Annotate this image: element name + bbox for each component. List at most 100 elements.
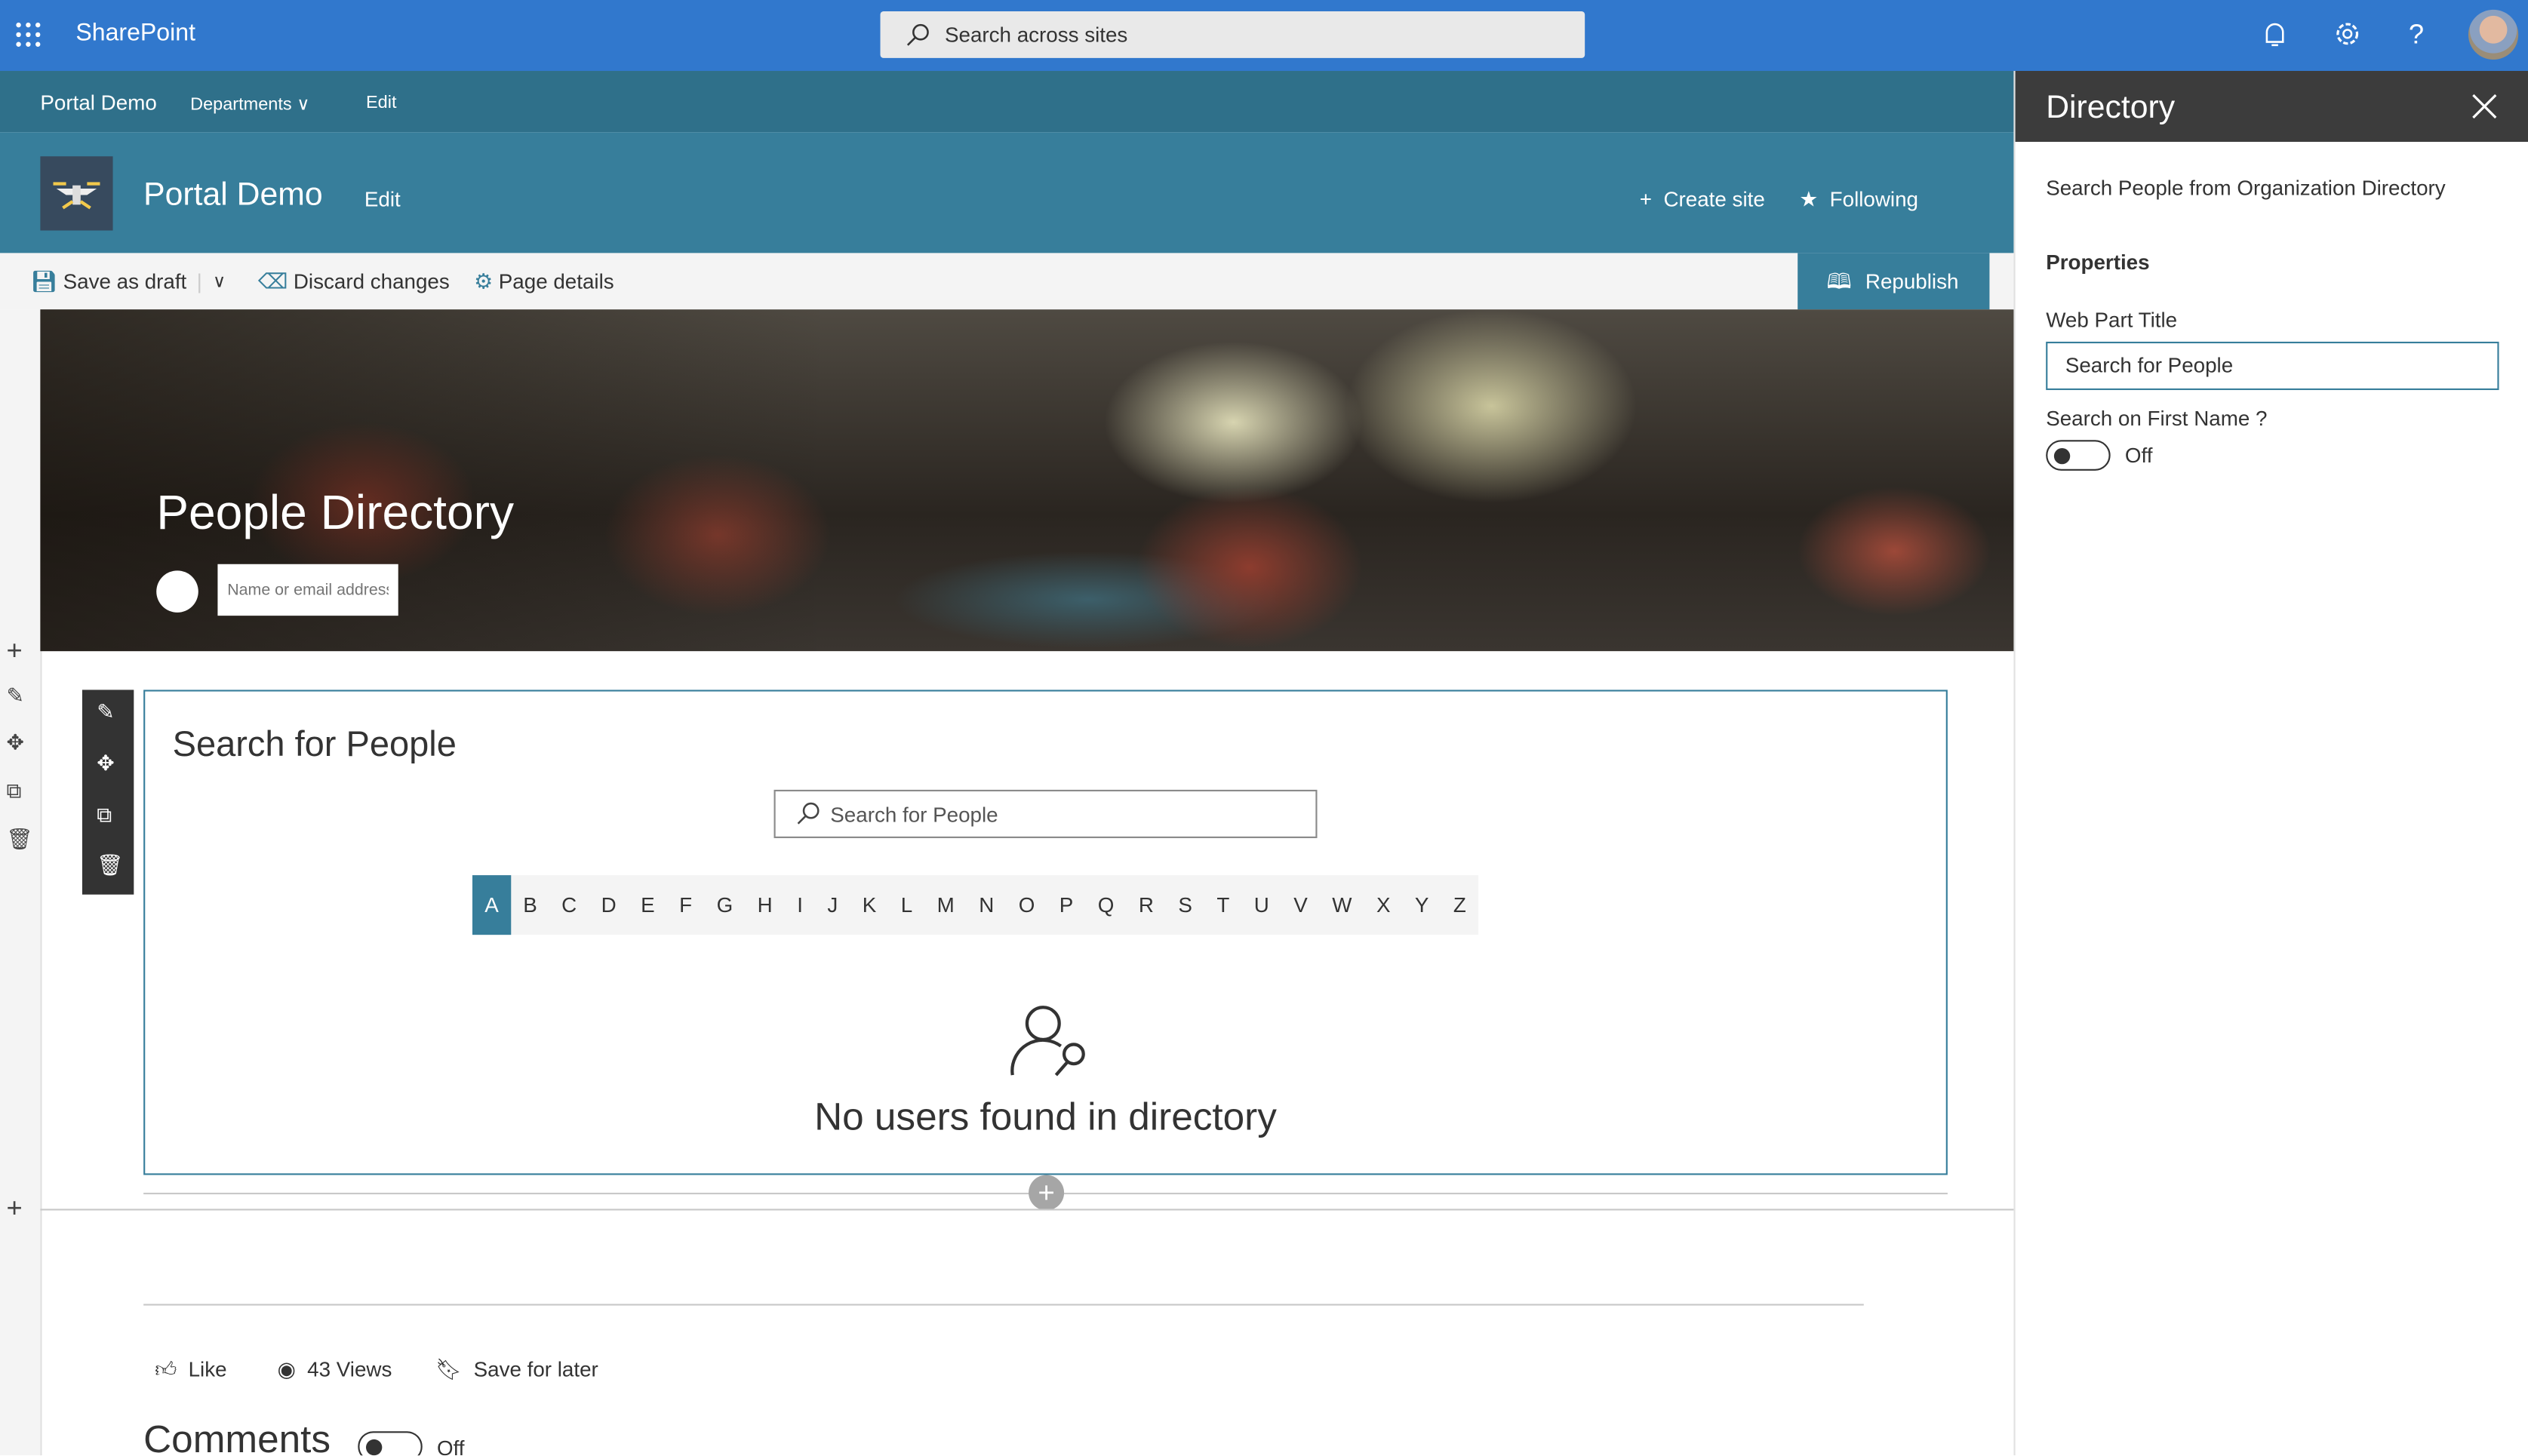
person-search-icon bbox=[1010, 1006, 1085, 1077]
comments-toggle[interactable] bbox=[358, 1431, 423, 1456]
divider: | bbox=[196, 269, 202, 293]
search-icon bbox=[906, 23, 929, 46]
letter-filter-j[interactable]: J bbox=[815, 875, 850, 935]
save-icon: 💾︎ bbox=[30, 269, 57, 293]
letter-filter-s[interactable]: S bbox=[1166, 875, 1204, 935]
page-details-button[interactable]: ⚙ Page details bbox=[474, 269, 614, 295]
letter-filter-c[interactable]: C bbox=[549, 875, 589, 935]
global-search-input[interactable]: Search across sites bbox=[880, 11, 1585, 58]
nav-departments-label: Departments bbox=[190, 95, 292, 115]
add-webpart-icon[interactable]: + bbox=[1029, 1175, 1065, 1211]
discard-label: Discard changes bbox=[293, 269, 450, 293]
add-section-icon[interactable]: + bbox=[7, 635, 23, 668]
plus-icon: + bbox=[1639, 186, 1653, 211]
chevron-down-icon[interactable]: ∨ bbox=[213, 271, 226, 292]
republish-button[interactable]: 🕮︎ Republish bbox=[1798, 253, 1990, 310]
empty-state-message: No users found in directory bbox=[814, 1095, 1277, 1140]
letter-filter-v[interactable]: V bbox=[1281, 875, 1320, 935]
search-first-name-toggle[interactable] bbox=[2046, 440, 2111, 471]
letter-filter-f[interactable]: F bbox=[667, 875, 704, 935]
letter-filter-h[interactable]: H bbox=[745, 875, 785, 935]
move-icon[interactable]: ✥ bbox=[7, 730, 24, 756]
search-first-name-toggle-label: Off bbox=[2124, 443, 2153, 468]
letter-filter-p[interactable]: P bbox=[1047, 875, 1086, 935]
duplicate-icon[interactable]: ⧉ bbox=[7, 779, 22, 804]
letter-filter-a[interactable]: A bbox=[472, 875, 511, 935]
properties-heading: Properties bbox=[2046, 250, 2150, 275]
book-icon: 🕮︎ bbox=[1826, 269, 1852, 293]
letter-filter-w[interactable]: W bbox=[1320, 875, 1364, 935]
letter-filter-q[interactable]: Q bbox=[1086, 875, 1127, 935]
discard-changes-button[interactable]: ⌫ Discard changes bbox=[258, 269, 450, 295]
property-pane: Directory Search People from Organizatio… bbox=[2013, 71, 2528, 1456]
webpart-title: Search for People bbox=[172, 723, 457, 764]
delete-icon[interactable]: 🗑︎ bbox=[97, 852, 123, 878]
comments-toggle-label: Off bbox=[436, 1436, 465, 1456]
hero-banner: People Directory bbox=[40, 309, 2014, 652]
letter-filter-y[interactable]: Y bbox=[1403, 875, 1441, 935]
nav-portal-demo[interactable]: Portal Demo bbox=[40, 91, 156, 115]
letter-filter-g[interactable]: G bbox=[704, 875, 745, 935]
letter-filter-i[interactable]: I bbox=[785, 875, 815, 935]
nav-departments[interactable]: Departments ∨ bbox=[190, 94, 309, 115]
letter-filter-z[interactable]: Z bbox=[1441, 875, 1478, 935]
move-icon[interactable]: ✥ bbox=[97, 751, 114, 777]
command-bar: 💾︎ Save as draft | ∨ ⌫ Discard changes ⚙… bbox=[0, 253, 2014, 310]
delete-icon[interactable]: 🗑︎ bbox=[7, 827, 33, 852]
letter-filter-m[interactable]: M bbox=[924, 875, 967, 935]
site-title[interactable]: Portal Demo bbox=[143, 177, 322, 214]
letter-filter-b[interactable]: B bbox=[511, 875, 549, 935]
letter-filter-t[interactable]: T bbox=[1204, 875, 1241, 935]
following-button[interactable]: ★ Following bbox=[1799, 187, 1918, 213]
gear-icon: ⚙ bbox=[474, 269, 494, 293]
people-directory-webpart[interactable]: Search for People Search for People ABCD… bbox=[143, 690, 1948, 1175]
left-edit-rail: + ✎ ✥ ⧉ 🗑︎ + bbox=[0, 309, 42, 1456]
views-label: 43 Views bbox=[307, 1356, 392, 1381]
letter-filter-l[interactable]: L bbox=[888, 875, 924, 935]
save-as-draft-button[interactable]: 💾︎ Save as draft bbox=[31, 269, 187, 295]
like-label: Like bbox=[188, 1356, 227, 1381]
site-edit-link[interactable]: Edit bbox=[364, 187, 401, 211]
letter-filter-o[interactable]: O bbox=[1006, 875, 1047, 935]
gear-icon[interactable] bbox=[2333, 20, 2361, 48]
property-pane-header: Directory bbox=[2015, 71, 2528, 143]
duplicate-icon[interactable]: ⧉ bbox=[97, 803, 112, 828]
letter-filter-d[interactable]: D bbox=[589, 875, 629, 935]
avatar[interactable] bbox=[2468, 9, 2519, 60]
search-first-name-label: Search on First Name ? bbox=[2046, 406, 2268, 431]
close-icon[interactable] bbox=[2471, 94, 2497, 119]
create-site-button[interactable]: + Create site bbox=[1640, 187, 1765, 211]
views-count: ◉ 43 Views bbox=[277, 1357, 392, 1383]
edit-section-icon[interactable]: ✎ bbox=[7, 683, 24, 709]
edit-icon[interactable]: ✎ bbox=[97, 699, 114, 725]
suite-bar: SharePoint Search across sites ? bbox=[0, 0, 2528, 72]
search-placeholder: Search across sites bbox=[944, 22, 1128, 47]
save-for-later-button[interactable]: 🔖︎ Save for later bbox=[435, 1357, 598, 1383]
comments-heading: Comments bbox=[143, 1418, 331, 1456]
web-part-title-input[interactable]: Search for People bbox=[2046, 341, 2499, 391]
letter-filter-r[interactable]: R bbox=[1127, 875, 1167, 935]
chevron-down-icon: ∨ bbox=[297, 95, 310, 115]
help-icon[interactable]: ? bbox=[2409, 20, 2424, 52]
add-section-icon[interactable]: + bbox=[7, 1193, 23, 1225]
bookmark-icon: 🔖︎ bbox=[435, 1356, 463, 1381]
waffle-icon[interactable] bbox=[16, 22, 41, 47]
bell-icon[interactable] bbox=[2262, 21, 2287, 50]
people-search-input[interactable]: Search for People bbox=[773, 789, 1318, 838]
search-placeholder: Search for People bbox=[830, 802, 998, 828]
like-button[interactable]: 👍︎ Like bbox=[155, 1357, 226, 1383]
letter-filter-n[interactable]: N bbox=[967, 875, 1007, 935]
nav-edit[interactable]: Edit bbox=[366, 94, 397, 113]
webpart-toolbar: ✎ ✥ ⧉ 🗑︎ bbox=[81, 690, 134, 895]
site-logo[interactable] bbox=[40, 156, 113, 231]
page-details-label: Page details bbox=[498, 269, 614, 293]
letter-filter-x[interactable]: X bbox=[1364, 875, 1403, 935]
app-title[interactable]: SharePoint bbox=[75, 20, 195, 47]
page-title[interactable]: People Directory bbox=[156, 487, 514, 542]
letter-filter-u[interactable]: U bbox=[1242, 875, 1282, 935]
thumbs-up-icon: 👍︎ bbox=[155, 1356, 177, 1381]
hero-people-search-input[interactable] bbox=[217, 564, 398, 616]
letter-filter-k[interactable]: K bbox=[850, 875, 888, 935]
alphabet-filter: ABCDEFGHIJKLMNOPQRSTUVWXYZ bbox=[472, 875, 1479, 935]
letter-filter-e[interactable]: E bbox=[629, 875, 667, 935]
